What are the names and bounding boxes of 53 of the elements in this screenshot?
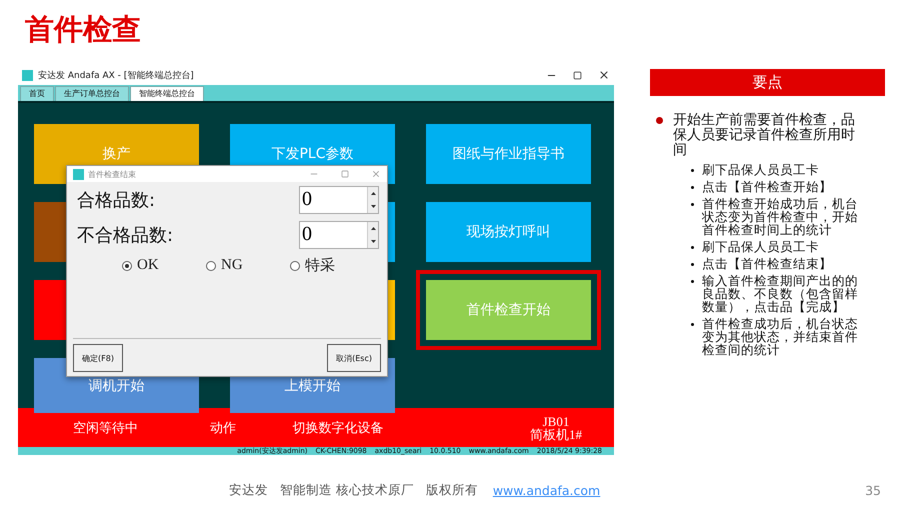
cancel-button[interactable]: 取消(Esc) (327, 344, 381, 372)
action-tile[interactable]: 图纸与作业指导书 (426, 124, 591, 184)
radio-button[interactable] (290, 260, 300, 270)
bullet-icon (691, 203, 694, 206)
website-link[interactable]: www.andafa.com (492, 483, 600, 498)
maximize-icon[interactable] (573, 70, 582, 80)
tab[interactable]: 首页 (20, 86, 54, 101)
down-icon[interactable] (370, 204, 376, 208)
step-text: 输入首件检查期间产出的的良品数、不良数（包含留样数量），点击品【完成】 (702, 274, 859, 313)
window-title: 安达发 Andafa AX - [智能终端总控台] (38, 70, 194, 82)
bullet-icon (691, 263, 694, 266)
tab[interactable]: 生产订单总控台 (55, 86, 129, 101)
step-text: 刷下品保人员员工卡 (702, 163, 820, 176)
step-text: 刷下品保人员员工卡 (702, 240, 820, 253)
bullet-icon (691, 186, 694, 189)
app-icon (73, 168, 84, 180)
step-text: 首件检查成功后，机台状态变为其他状态，并结束首件检查间的统计 (702, 317, 859, 356)
action-button[interactable]: 动作 (193, 418, 253, 436)
page-number: 35 (865, 483, 881, 498)
bullet-icon (691, 323, 694, 326)
machine-code: JB01 (542, 414, 570, 428)
bullet-icon (691, 246, 694, 249)
step-text: 点击【首件检查结束】 (702, 257, 833, 270)
dialog-title: 首件检查结束 (88, 168, 136, 180)
radio-button[interactable] (122, 260, 132, 270)
down-icon[interactable] (370, 240, 376, 242)
switch-device-button[interactable]: 切换数字化设备 (253, 418, 423, 436)
app-icon (22, 70, 33, 80)
slide-title: 首件检查 (25, 11, 141, 48)
action-tile[interactable]: 现场按灯呼叫 (426, 202, 591, 262)
key-point: 开始生产前需要首件检查，品保人员要记录首件检查所用时间 (673, 113, 856, 158)
radio-label: NG (221, 257, 243, 274)
up-icon[interactable] (370, 192, 376, 194)
status-text: 空闲等待中 (72, 420, 139, 436)
close-icon[interactable] (598, 69, 610, 81)
radio-label: OK (137, 257, 159, 274)
machine-name: 简板机1# (530, 428, 582, 440)
up-icon[interactable] (370, 226, 376, 230)
radio-button[interactable] (206, 260, 216, 270)
field-label: 合格品数: (77, 188, 156, 212)
radio-label: 特采 (305, 256, 335, 275)
panel-header: 要点 (650, 69, 885, 96)
step-text: 点击【首件检查开始】 (702, 180, 833, 193)
step-text: 首件检查开始成功后，机台状态变为首件检查中，开始首件检查时间上的统计 (702, 197, 859, 236)
bullet-icon (691, 169, 694, 172)
number-field[interactable]: 0 (299, 220, 379, 248)
tab[interactable]: 智能终端总控台 (130, 86, 204, 101)
footer-text: 安达发 智能制造 核心技术原厂 版权所有 (229, 482, 478, 499)
bullet-icon (691, 280, 694, 283)
number-field[interactable]: 0 (299, 186, 379, 214)
field-label: 不合格品数: (77, 224, 174, 246)
bullet-icon (656, 117, 663, 124)
confirm-button[interactable]: 确定(F8) (73, 344, 123, 372)
